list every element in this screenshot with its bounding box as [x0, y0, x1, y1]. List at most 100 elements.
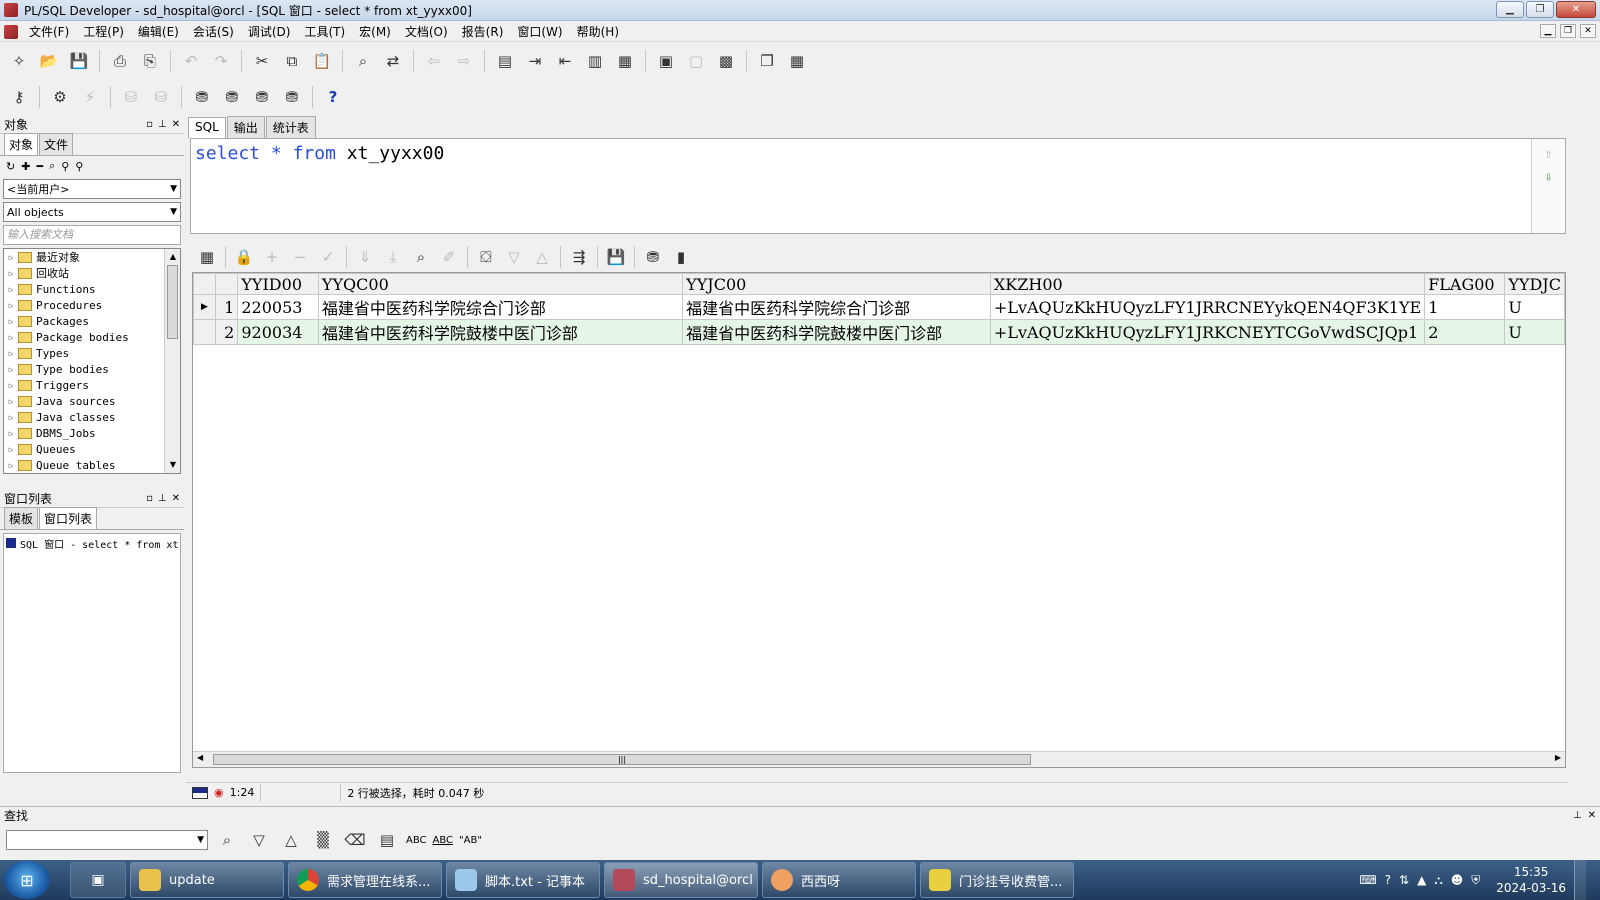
fetch-icon[interactable]: ⛃ — [640, 244, 666, 270]
menu-edit[interactable]: 编辑(E) — [131, 23, 186, 40]
pin-icon[interactable]: ⊥ — [158, 493, 167, 504]
help-icon[interactable]: ? — [320, 84, 346, 110]
command-window-icon[interactable]: ⛃ — [249, 84, 275, 110]
tab-objects[interactable]: 对象 — [4, 133, 39, 155]
uppercase-icon[interactable]: ▥ — [582, 48, 608, 74]
highlight-all-icon[interactable]: ▒ — [310, 827, 336, 853]
tree-item[interactable]: ▷ 最近对象 — [4, 249, 164, 265]
insert-record-icon[interactable]: + — [259, 244, 285, 270]
table-cell[interactable]: +LvAQUzKkHUQyzLFY1JRKCNEYTCGoVwdSCJQp1 — [989, 319, 1426, 345]
column-header[interactable]: YYQC00 — [317, 273, 684, 295]
chart-icon[interactable]: ▮ — [668, 244, 694, 270]
result-grid[interactable]: YYID00 YYQC00 YYJC00 XKZH00 FLAG00 YYDJC… — [192, 272, 1566, 768]
find-input[interactable]: ▼ — [6, 830, 208, 850]
forward-icon[interactable]: ⇨ — [451, 48, 477, 74]
indent-icon[interactable]: ⇥ — [522, 48, 548, 74]
close-button[interactable]: ✕ — [1556, 1, 1596, 18]
clear-icon[interactable]: ✐ — [436, 244, 462, 270]
keyboard-icon[interactable]: ⌨ — [1359, 873, 1376, 887]
sql-window-icon[interactable]: ⛃ — [219, 84, 245, 110]
panel-close-icon[interactable]: ✕ — [172, 493, 180, 504]
tree-item[interactable]: ▷ Java classes — [4, 409, 164, 425]
taskbar-item-chrome[interactable]: 需求管理在线系... — [288, 862, 442, 898]
taskbar-item-notepad[interactable]: 脚本.txt - 记事本 — [446, 862, 600, 898]
float-icon[interactable]: ▫ — [146, 493, 153, 504]
arrow-up-icon[interactable]: ⇧ — [1532, 147, 1565, 162]
menu-window[interactable]: 窗口(W) — [510, 23, 569, 40]
expand-arrow-icon[interactable]: ▷ — [4, 381, 18, 390]
scroll-thumb[interactable] — [167, 265, 178, 339]
menu-file[interactable]: 文件(F) — [22, 23, 76, 40]
commit-icon[interactable]: ⛁ — [118, 84, 144, 110]
scroll-down-icon[interactable]: ▼ — [165, 457, 180, 473]
last-page-icon[interactable]: ⤓ — [380, 244, 406, 270]
tree-item[interactable]: ▷ Packages — [4, 313, 164, 329]
new-icon[interactable]: ✧ — [6, 48, 32, 74]
copy-icon[interactable]: ⧉ — [279, 48, 305, 74]
expand-arrow-icon[interactable]: ▷ — [4, 365, 18, 374]
execute-window-icon[interactable]: ▣ — [653, 48, 679, 74]
expand-arrow-icon[interactable]: ▷ — [4, 349, 18, 358]
restore-button[interactable]: ❐ — [1526, 1, 1554, 18]
object-tree[interactable]: ▷ 最近对象 ▷ 回收站 ▷ Functions ▷ Procedures ▷ Packages ▷… — [3, 248, 181, 474]
add-icon[interactable]: ✚ — [21, 160, 30, 173]
replace-icon[interactable]: ⇄ — [380, 48, 406, 74]
cut-icon[interactable]: ✂ — [249, 48, 275, 74]
database-icon[interactable]: ⛃ — [189, 84, 215, 110]
help-icon[interactable]: ? — [1385, 873, 1391, 887]
mdi-restore-button[interactable]: ❐ — [1560, 24, 1576, 38]
user-select[interactable]: <当前用户> ▼ — [3, 179, 181, 199]
column-header[interactable]: YYJC00 — [682, 273, 991, 295]
print-icon[interactable]: ⎙ — [107, 48, 133, 74]
pinned-app-button[interactable]: ▣ — [70, 862, 126, 898]
find-object-icon[interactable]: ⌕ — [49, 159, 55, 173]
table-cell[interactable]: 1 — [1424, 294, 1506, 320]
object-search-input[interactable]: 输入搜索文档 — [3, 225, 181, 245]
tree-scrollbar[interactable]: ▲ ▼ — [164, 249, 180, 473]
grid-horizontal-scrollbar[interactable]: ◀ ||| ▶ — [193, 751, 1565, 767]
redo-icon[interactable]: ↷ — [208, 48, 234, 74]
panel-close-icon[interactable]: ✕ — [172, 119, 180, 130]
lowercase-icon[interactable]: ▦ — [612, 48, 638, 74]
scroll-up-icon[interactable]: ▲ — [165, 249, 180, 265]
delete-record-icon[interactable]: − — [287, 244, 313, 270]
table-cell[interactable]: U — [1504, 294, 1565, 320]
rollback-icon[interactable]: ⛁ — [148, 84, 174, 110]
table-cell[interactable]: 920034 — [237, 319, 319, 345]
object-filter-select[interactable]: All objects ▼ — [3, 202, 181, 222]
query-by-example-icon[interactable]: ⛋ — [473, 244, 499, 270]
tree-item[interactable]: ▷ 回收站 — [4, 265, 164, 281]
tab-statistics[interactable]: 统计表 — [265, 116, 316, 138]
table-cell[interactable]: 220053 — [237, 294, 319, 320]
filter-edit-icon[interactable]: ⚲ — [75, 160, 83, 173]
tree-item[interactable]: ▷ Queues — [4, 441, 164, 457]
menu-debug[interactable]: 调试(D) — [241, 23, 298, 40]
regex-toggle[interactable]: "AB" — [459, 835, 482, 846]
next-page-icon[interactable]: ⇓ — [352, 244, 378, 270]
menu-project[interactable]: 工程(P) — [76, 23, 131, 40]
table-cell[interactable]: 福建省中医药科学院鼓楼中医门诊部 — [682, 319, 991, 345]
pin-icon[interactable]: ⊥ — [1573, 810, 1582, 821]
show-desktop-button[interactable] — [1574, 860, 1586, 900]
tree-item[interactable]: ▷ Procedures — [4, 297, 164, 313]
expand-arrow-icon[interactable]: ▷ — [4, 461, 18, 470]
menu-macro[interactable]: 宏(M) — [352, 23, 398, 40]
tree-item[interactable]: ▷ Triggers — [4, 377, 164, 393]
break-icon[interactable]: ▢ — [683, 48, 709, 74]
tree-item[interactable]: ▷ DBMS_Jobs — [4, 425, 164, 441]
tab-files[interactable]: 文件 — [39, 133, 74, 155]
taskbar-item-plsql[interactable]: sd_hospital@orcl — [604, 862, 758, 898]
float-icon[interactable]: ▫ — [146, 119, 153, 130]
find-next-icon[interactable]: ▽ — [246, 827, 272, 853]
grid-save-icon[interactable]: 💾 — [603, 244, 629, 270]
tree-item[interactable]: ▷ Types — [4, 345, 164, 361]
table-cell[interactable]: 福建省中医药科学院综合门诊部 — [682, 294, 991, 320]
export-icon[interactable]: ⇶ — [566, 244, 592, 270]
network-icon[interactable]: ⛬ — [1434, 873, 1442, 888]
menu-help[interactable]: 帮助(H) — [570, 23, 626, 40]
show-hidden-icons[interactable]: ▲ — [1417, 873, 1426, 887]
column-header[interactable]: FLAG00 — [1424, 273, 1506, 295]
clear-highlight-icon[interactable]: ⌫ — [342, 827, 368, 853]
expand-arrow-icon[interactable]: ▷ — [4, 333, 18, 342]
menu-session[interactable]: 会话(S) — [186, 23, 241, 40]
